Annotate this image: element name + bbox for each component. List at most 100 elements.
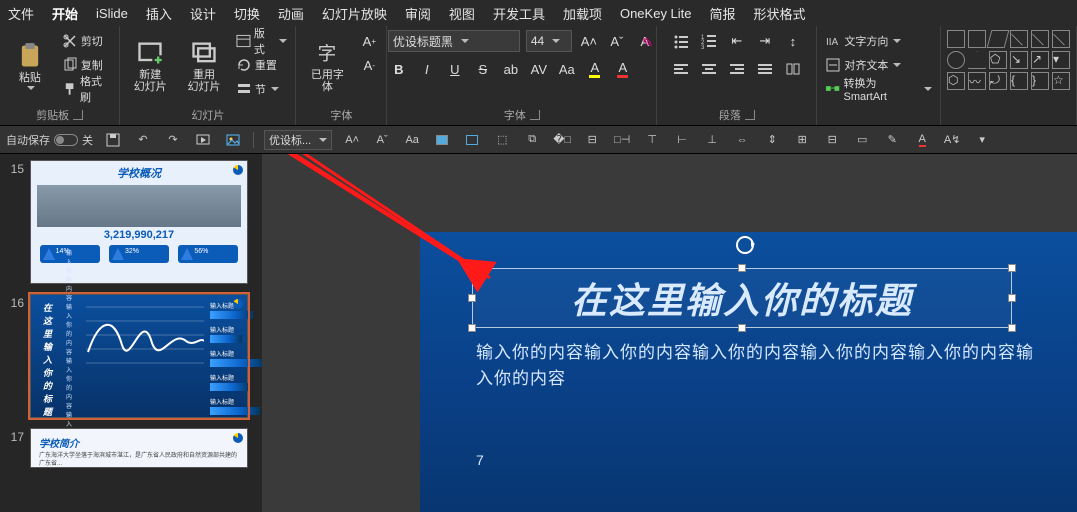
align-left-button[interactable]: [670, 58, 692, 80]
title-textbox[interactable]: 在这里输入你的标题: [472, 268, 1012, 328]
menu-developer[interactable]: 开发工具: [493, 4, 545, 23]
dialog-launcher-icon[interactable]: [530, 110, 540, 120]
q-shrink[interactable]: Aˇ: [372, 130, 392, 150]
cut-button[interactable]: 剪切: [60, 30, 114, 52]
q-align-t[interactable]: ⊤: [642, 130, 662, 150]
menu-insert[interactable]: 插入: [146, 4, 172, 23]
slide-subtitle[interactable]: 输入你的内容输入你的内容输入你的内容输入你的内容输入你的内容输入你的内容: [476, 340, 1036, 392]
resize-handle[interactable]: [1008, 264, 1016, 272]
shrink-font-btn[interactable]: A-: [358, 54, 380, 76]
shape-gallery[interactable]: ＼＼＼ ⬠↘↗▾ ⬡〰⤾{}☆: [947, 30, 1070, 90]
q-align-b[interactable]: ⊥: [702, 130, 722, 150]
q-case[interactable]: Aa: [402, 130, 422, 150]
resize-handle[interactable]: [1008, 294, 1016, 302]
paste-button[interactable]: 粘贴: [6, 30, 54, 102]
align-right-button[interactable]: [726, 58, 748, 80]
indent-inc-button[interactable]: ⇥: [754, 30, 776, 52]
menu-file[interactable]: 文件: [8, 4, 34, 23]
q-align-r[interactable]: □⊣: [612, 130, 632, 150]
q-align-c[interactable]: ⊟: [582, 130, 602, 150]
section-button[interactable]: 节: [234, 78, 289, 100]
menu-shapeformat[interactable]: 形状格式: [754, 4, 806, 23]
columns-button[interactable]: [782, 58, 804, 80]
resize-handle[interactable]: [1008, 324, 1016, 332]
slide-editor[interactable]: 在这里输入你的标题 输入你的内容输入你的内容输入你的内容输入你的内容输入你的内容…: [262, 154, 1077, 512]
align-text-button[interactable]: 对齐文本: [823, 54, 934, 76]
thumbnail-17[interactable]: 学校简介 广东海洋大学坐落于海滨城市湛江，是广东省人民政府和自然资源部共建的广东…: [30, 428, 248, 468]
q-arrange2[interactable]: ⧉: [522, 130, 542, 150]
undo-button[interactable]: ↶: [133, 130, 153, 150]
spacing-button[interactable]: AV: [528, 58, 550, 80]
numbering-button[interactable]: 123: [698, 30, 720, 52]
menu-onekey[interactable]: OneKey Lite: [620, 6, 692, 21]
grow-font-button[interactable]: A˄: [578, 30, 600, 52]
change-case-button[interactable]: Aa: [556, 58, 578, 80]
menu-animations[interactable]: 动画: [278, 4, 304, 23]
shrink-font-button[interactable]: Aˇ: [606, 30, 628, 52]
resize-handle[interactable]: [468, 264, 476, 272]
rotate-handle[interactable]: [736, 236, 754, 254]
q-selection[interactable]: ▭: [852, 130, 872, 150]
q-ungroup[interactable]: ⊟: [822, 130, 842, 150]
q-group[interactable]: ⊞: [792, 130, 812, 150]
resize-handle[interactable]: [738, 324, 746, 332]
q-clear[interactable]: A↯: [942, 130, 962, 150]
q-align-m[interactable]: ⊢: [672, 130, 692, 150]
reset-button[interactable]: 重置: [234, 54, 289, 76]
menu-design[interactable]: 设计: [190, 4, 216, 23]
highlight-button[interactable]: A: [584, 58, 606, 80]
smartart-button[interactable]: 转换为 SmartArt: [823, 78, 934, 100]
q-distribute-h[interactable]: ⇔: [732, 130, 752, 150]
text-direction-button[interactable]: IIA文字方向: [823, 30, 934, 52]
thumbnail-16[interactable]: 在这里输入你的标题 输入你的内容输入你的内容输入你的内容输入你的内容 输入标题 …: [30, 294, 248, 418]
q-fontcolor[interactable]: A: [912, 130, 932, 150]
q-more[interactable]: ▾: [972, 130, 992, 150]
bullets-button[interactable]: [670, 30, 692, 52]
resize-handle[interactable]: [738, 264, 746, 272]
font-name-select[interactable]: 优设标题黑: [388, 30, 520, 52]
menu-addins[interactable]: 加载项: [563, 4, 602, 23]
align-justify-button[interactable]: [754, 58, 776, 80]
autosave-toggle[interactable]: 自动保存 关: [6, 132, 93, 148]
line-spacing-button[interactable]: ↕: [782, 30, 804, 52]
used-font-button[interactable]: 字 已用字 体: [302, 30, 352, 102]
italic-button[interactable]: I: [416, 58, 438, 80]
save-button[interactable]: [103, 130, 123, 150]
layout-button[interactable]: 版式: [234, 30, 289, 52]
q-eyedrop[interactable]: ✎: [882, 130, 902, 150]
q-arrange1[interactable]: ⬚: [492, 130, 512, 150]
new-slide-button[interactable]: 新建 幻灯片: [126, 30, 174, 102]
shadow-button[interactable]: ab: [500, 58, 522, 80]
strike-button[interactable]: S: [472, 58, 494, 80]
align-center-button[interactable]: [698, 58, 720, 80]
resize-handle[interactable]: [468, 324, 476, 332]
q-fill[interactable]: [432, 130, 452, 150]
resize-handle[interactable]: [468, 294, 476, 302]
menu-review[interactable]: 审阅: [405, 4, 431, 23]
menu-transitions[interactable]: 切换: [234, 4, 260, 23]
font-size-select[interactable]: 44: [526, 30, 572, 52]
font-quick-select[interactable]: 优设标...: [264, 130, 332, 150]
q-distribute-v[interactable]: ⇕: [762, 130, 782, 150]
menu-islide[interactable]: iSlide: [96, 6, 128, 21]
bold-button[interactable]: B: [388, 58, 410, 80]
q-grow[interactable]: A˄: [342, 130, 362, 150]
underline-button[interactable]: U: [444, 58, 466, 80]
reuse-slide-button[interactable]: 重用 幻灯片: [180, 30, 228, 102]
format-painter-button[interactable]: 格式刷: [60, 78, 114, 100]
slide-canvas[interactable]: 在这里输入你的标题 输入你的内容输入你的内容输入你的内容输入你的内容输入你的内容…: [420, 232, 1077, 512]
menu-brief[interactable]: 简报: [710, 4, 736, 23]
menu-view[interactable]: 视图: [449, 4, 475, 23]
dialog-launcher-icon[interactable]: [73, 110, 83, 120]
indent-dec-button[interactable]: ⇤: [726, 30, 748, 52]
menu-home[interactable]: 开始: [52, 4, 78, 23]
dialog-launcher-icon[interactable]: [745, 110, 755, 120]
q-align-l[interactable]: �□: [552, 130, 572, 150]
redo-button[interactable]: ↷: [163, 130, 183, 150]
insert-picture-button[interactable]: [223, 130, 243, 150]
from-beginning-button[interactable]: [193, 130, 213, 150]
q-outline[interactable]: [462, 130, 482, 150]
font-color-button[interactable]: A: [612, 58, 634, 80]
thumbnail-panel[interactable]: 15 学校概况 3,219,990,217 14% 32% 56% 16 在这里…: [0, 154, 262, 512]
menu-slideshow[interactable]: 幻灯片放映: [322, 4, 387, 23]
